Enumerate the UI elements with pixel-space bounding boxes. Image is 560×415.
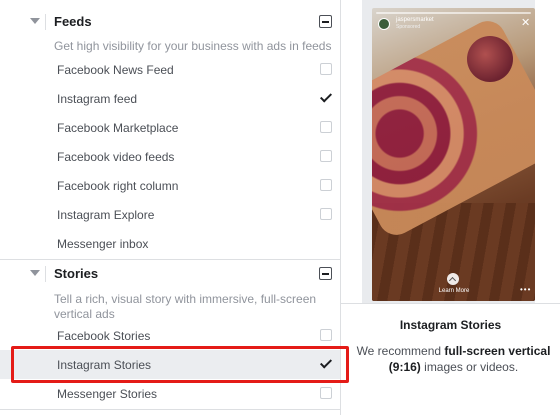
placement-label: Instagram Explore (57, 208, 155, 222)
more-icon: ••• (520, 285, 532, 294)
placement-checkbox[interactable] (320, 208, 332, 220)
stories-description-line1: Tell a rich, visual story with immersive… (54, 292, 317, 306)
placement-label: Facebook Marketplace (57, 121, 179, 135)
divider (45, 266, 46, 282)
placement-row-instagram-explore[interactable]: Instagram Explore (0, 200, 340, 229)
story-account-name: jaspersmarket (396, 17, 434, 23)
feeds-description: Get high visibility for your business wi… (54, 39, 332, 53)
placement-label: Facebook Stories (57, 329, 151, 343)
placement-row-facebook-marketplace[interactable]: Facebook Marketplace (0, 113, 340, 142)
placement-label: Facebook News Feed (57, 63, 174, 77)
placement-checkbox[interactable] (320, 387, 332, 399)
collapse-feeds-checkbox[interactable] (319, 15, 332, 28)
placement-label: Facebook right column (57, 179, 179, 193)
story-image-fig (467, 36, 513, 82)
placement-checkbox[interactable] (320, 150, 332, 162)
caret-down-icon[interactable] (30, 270, 40, 276)
stories-title: Stories (54, 266, 99, 281)
stories-description-line2: vertical ads (54, 307, 115, 321)
placement-label: Messenger inbox (57, 237, 149, 251)
placement-checkbox[interactable] (320, 329, 332, 341)
highlight-annotation (11, 346, 349, 383)
close-icon: ✕ (521, 17, 531, 29)
placement-row-facebook-video-feeds[interactable]: Facebook video feeds (0, 142, 340, 171)
chevron-up-icon (447, 273, 459, 285)
preview-divider (341, 303, 560, 304)
story-sponsored-label: Sponsored (396, 24, 421, 30)
placement-label: Messenger Stories (57, 387, 158, 401)
preview-panel: jaspersmarket Sponsored ✕ Learn More •••… (341, 0, 560, 415)
placement-row-facebook-right-column[interactable]: Facebook right column (0, 171, 340, 200)
placement-row-messenger-inbox[interactable]: Messenger inbox (0, 229, 340, 258)
divider (45, 14, 46, 30)
caret-down-icon[interactable] (30, 18, 40, 24)
checkmark-icon[interactable] (320, 92, 332, 104)
story-cta: Learn More (438, 288, 470, 294)
recommendation-prefix: We recommend (356, 344, 445, 358)
preview-recommendation: We recommend full-screen vertical (9:16)… (351, 343, 556, 375)
recommendation-suffix: images or videos. (420, 360, 519, 374)
placement-label: Facebook video feeds (57, 150, 175, 164)
placement-checkbox[interactable] (320, 63, 332, 75)
story-progress-bar (376, 12, 531, 14)
stories-section-header[interactable]: Stories (0, 259, 340, 289)
account-avatar (378, 18, 390, 30)
placement-row-instagram-feed[interactable]: Instagram feed (0, 84, 340, 113)
collapse-stories-checkbox[interactable] (319, 267, 332, 280)
placement-label: Instagram feed (57, 92, 138, 106)
story-preview-image: jaspersmarket Sponsored ✕ Learn More ••• (372, 8, 535, 301)
feeds-title: Feeds (54, 14, 92, 29)
placement-row-messenger-stories[interactable]: Messenger Stories (0, 379, 340, 408)
section-divider (0, 409, 340, 410)
preview-title: Instagram Stories (399, 318, 502, 332)
placement-row-facebook-news-feed[interactable]: Facebook News Feed (0, 55, 340, 84)
feeds-section-header[interactable]: Feeds (0, 7, 340, 37)
placement-checkbox[interactable] (320, 179, 332, 191)
placement-checkbox[interactable] (320, 121, 332, 133)
